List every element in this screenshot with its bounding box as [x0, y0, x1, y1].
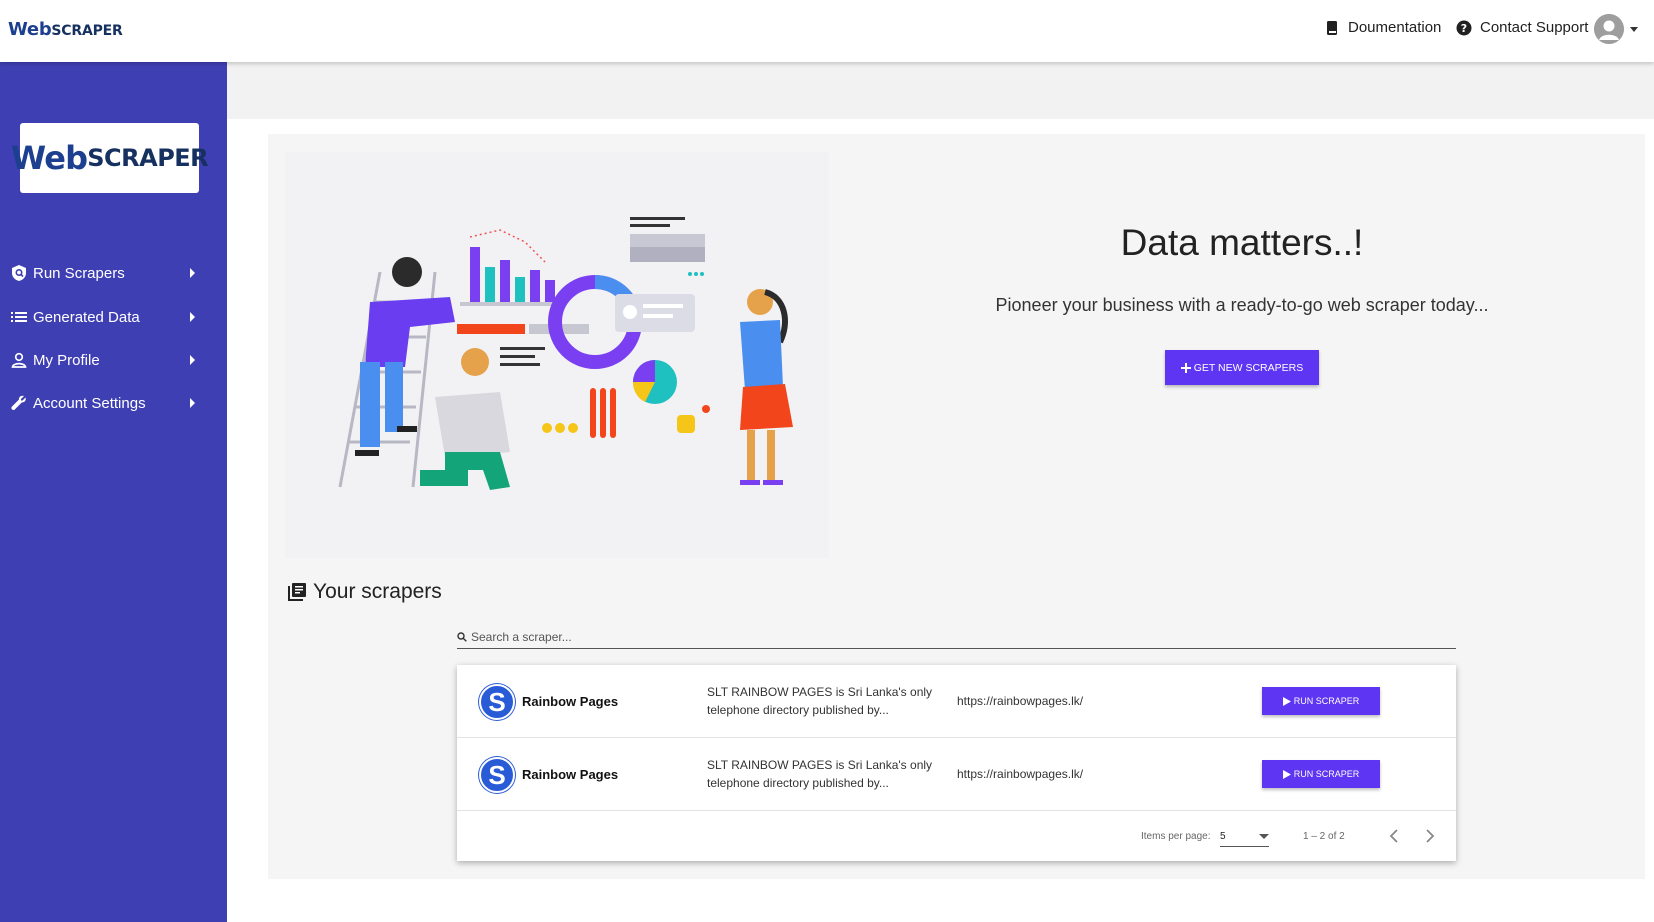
sidebar-item-label: My Profile [33, 351, 100, 369]
scraper-search [457, 626, 1456, 649]
paginator: Items per page: 5 1 – 2 of 2 [457, 812, 1456, 861]
user-menu[interactable] [1594, 14, 1638, 44]
chevron-right-icon [1426, 829, 1435, 843]
chevron-down-icon [1630, 26, 1638, 32]
svg-text:?: ? [1461, 22, 1467, 35]
contact-support-link[interactable]: ? Contact Support [1456, 19, 1588, 36]
your-scrapers-title: Your scrapers [313, 580, 442, 603]
run-scraper-button[interactable]: RUN SCRAPER [1262, 760, 1380, 788]
wrench-icon [10, 394, 28, 412]
page-range-label: 1 – 2 of 2 [1303, 831, 1345, 842]
play-icon [1282, 696, 1291, 706]
table-row: S Rainbow Pages SLT RAINBOW PAGES is Sri… [457, 738, 1456, 811]
chevron-right-icon [190, 398, 195, 408]
previous-page-button[interactable] [1384, 826, 1404, 846]
chevron-right-icon [190, 312, 195, 322]
library-books-icon [288, 583, 306, 601]
scraper-avatar: S [479, 684, 515, 720]
scraper-name: Rainbow Pages [522, 767, 619, 782]
sidebar-logo-web: Web [10, 139, 88, 177]
sidebar-item-label: Run Scrapers [33, 264, 125, 282]
get-new-scrapers-button[interactable]: GET NEW SCRAPERS [1165, 350, 1319, 385]
hero-subtitle: Pioneer your business with a ready-to-go… [995, 295, 1489, 315]
top-app-bar: WebSCRAPER Doumentation ? Contact Suppor… [0, 0, 1654, 62]
brand-logo[interactable]: WebSCRAPER [8, 19, 123, 40]
sidebar-item-run-scrapers[interactable]: Run Scrapers [0, 253, 227, 293]
shield-search-icon [10, 264, 28, 282]
scraper-url: https://rainbowpages.lk/ [957, 694, 1084, 708]
sidebar-item-label: Generated Data [33, 308, 140, 326]
contact-support-label: Contact Support [1480, 19, 1589, 36]
dropdown-arrow-icon [1259, 834, 1269, 839]
scrapers-table: S Rainbow Pages SLT RAINBOW PAGES is Sri… [457, 665, 1456, 861]
avatar [1594, 14, 1624, 44]
help-circle-icon: ? [1456, 20, 1472, 35]
hero-illustration [285, 152, 829, 558]
sidebar-item-label: Account Settings [33, 394, 146, 412]
get-new-scrapers-label: GET NEW SCRAPERS [1193, 361, 1304, 374]
chevron-right-icon [190, 268, 195, 278]
run-scraper-button[interactable]: RUN SCRAPER [1262, 687, 1380, 715]
search-icon [457, 632, 467, 642]
documentation-label: Doumentation [1348, 19, 1442, 36]
brand-logo-scraper: SCRAPER [51, 23, 123, 39]
scraper-description: SLT RAINBOW PAGES is Sri Lanka's only te… [707, 758, 933, 790]
sidebar-item-my-profile[interactable]: My Profile [0, 340, 227, 380]
table-row: S Rainbow Pages SLT RAINBOW PAGES is Sri… [457, 665, 1456, 738]
run-scraper-label: RUN SCRAPER [1293, 769, 1360, 779]
plus-icon [1180, 362, 1191, 373]
scraper-description: SLT RAINBOW PAGES is Sri Lanka's only te… [707, 685, 933, 717]
hero-title: Data matters..! [1120, 222, 1364, 263]
page-header-band [227, 62, 1654, 119]
sidebar-item-generated-data[interactable]: Generated Data [0, 297, 227, 337]
person-icon [10, 351, 28, 369]
chevron-right-icon [190, 355, 195, 365]
user-avatar-icon [1594, 14, 1624, 44]
documentation-link[interactable]: Doumentation [1324, 19, 1441, 36]
your-scrapers-heading: Your scrapers [287, 580, 442, 604]
sidebar-item-account-settings[interactable]: Account Settings [0, 383, 227, 423]
chevron-left-icon [1389, 829, 1398, 843]
next-page-button[interactable] [1420, 826, 1440, 846]
items-per-page-select[interactable]: 5 [1220, 827, 1269, 847]
scraper-name: Rainbow Pages [522, 694, 619, 709]
sidebar-logo[interactable]: Web SCRAPER [11, 123, 209, 193]
brand-logo-web: Web [8, 19, 52, 40]
sidebar: Web SCRAPER Run Scrapers Generated Data M… [0, 62, 227, 922]
play-icon [1282, 769, 1291, 779]
search-input[interactable] [471, 630, 1371, 644]
book-icon [1327, 20, 1337, 35]
scraper-url: https://rainbowpages.lk/ [957, 767, 1084, 781]
items-per-page-label: Items per page: [1141, 831, 1211, 842]
sidebar-logo-scraper: SCRAPER [87, 144, 209, 172]
scraper-avatar: S [479, 757, 515, 793]
list-icon [10, 308, 28, 326]
run-scraper-label: RUN SCRAPER [1293, 696, 1360, 706]
items-per-page-value: 5 [1220, 831, 1226, 842]
